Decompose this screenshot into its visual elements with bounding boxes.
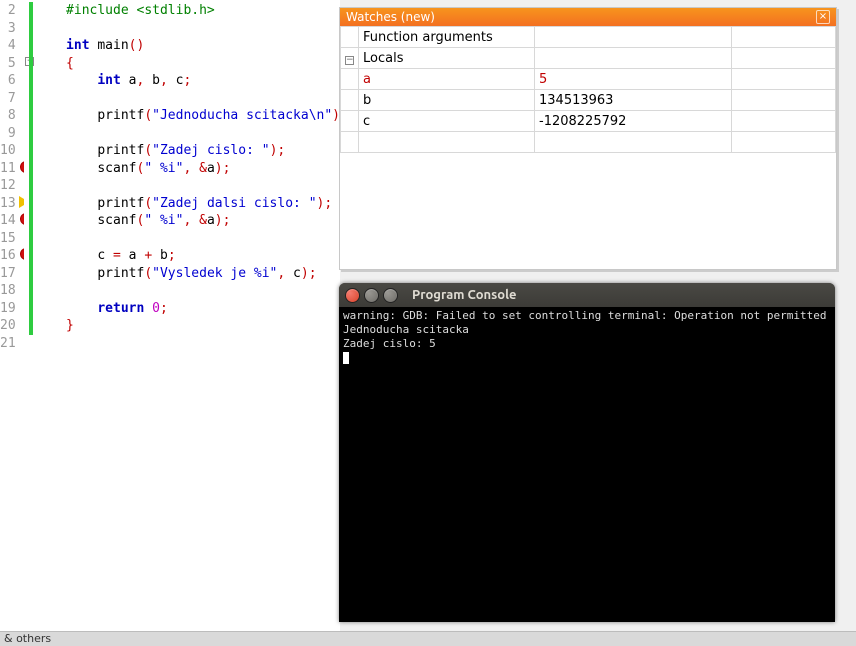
line-number: 8 [0, 107, 16, 125]
window-close-icon[interactable] [345, 288, 360, 303]
line-number: 17 [0, 265, 16, 283]
expand-cell [341, 132, 359, 153]
watches-title-text: Watches (new) [346, 10, 435, 24]
code-line[interactable] [35, 20, 340, 38]
line-number: 18 [0, 282, 16, 300]
code-line[interactable] [35, 230, 340, 248]
code-line[interactable]: printf("Vysledek je %i", c); [35, 265, 340, 283]
watch-extra [732, 111, 836, 132]
console-line: Zadej cislo: 5 [343, 337, 831, 351]
code-line[interactable] [35, 125, 340, 143]
window-minimize-icon[interactable] [364, 288, 379, 303]
console-line: warning: GDB: Failed to set controlling … [343, 309, 831, 323]
line-number: 7 [0, 90, 16, 108]
watch-row[interactable]: a5 [341, 69, 836, 90]
line-number: 6 [0, 72, 16, 90]
watches-titlebar[interactable]: Watches (new) × [340, 8, 836, 26]
expand-cell[interactable]: − [341, 48, 359, 69]
line-number: 4 [0, 37, 16, 55]
line-number: 5 [0, 55, 16, 73]
code-area[interactable]: #include <stdlib.h> int main() { int a, … [31, 0, 340, 631]
watch-value [535, 27, 732, 48]
line-number: 3 [0, 20, 16, 38]
line-number-gutter: 23456789101112131415161718192021 [0, 0, 20, 631]
watch-extra [732, 27, 836, 48]
console-output[interactable]: warning: GDB: Failed to set controlling … [339, 307, 835, 622]
line-number: 9 [0, 125, 16, 143]
watch-row[interactable]: −Locals [341, 48, 836, 69]
watch-row[interactable]: b134513963 [341, 90, 836, 111]
console-titlebar[interactable]: Program Console [339, 283, 835, 307]
watch-value [535, 132, 732, 153]
code-editor[interactable]: 23456789101112131415161718192021 − #incl… [0, 0, 340, 631]
code-line[interactable] [35, 177, 340, 195]
watch-name: b [359, 90, 535, 111]
code-line[interactable]: { [35, 55, 340, 73]
line-number: 2 [0, 2, 16, 20]
watch-name: a [359, 69, 535, 90]
close-icon[interactable]: × [816, 10, 830, 24]
expand-cell [341, 90, 359, 111]
code-line[interactable] [35, 282, 340, 300]
watch-extra [732, 132, 836, 153]
expand-cell [341, 111, 359, 132]
code-line[interactable]: c = a + b; [35, 247, 340, 265]
watch-value: -1208225792 [535, 111, 732, 132]
watch-value [535, 48, 732, 69]
watch-value: 5 [535, 69, 732, 90]
expand-cell [341, 27, 359, 48]
line-number: 14 [0, 212, 16, 230]
code-line[interactable]: printf("Zadej cislo: "); [35, 142, 340, 160]
code-line[interactable]: int a, b, c; [35, 72, 340, 90]
code-line[interactable]: scanf(" %i", &a); [35, 160, 340, 178]
watch-extra [732, 69, 836, 90]
code-line[interactable] [35, 90, 340, 108]
watch-row[interactable]: c-1208225792 [341, 111, 836, 132]
window-maximize-icon[interactable] [383, 288, 398, 303]
line-number: 11 [0, 160, 16, 178]
code-line[interactable]: printf("Jednoducha scitacka\n") [35, 107, 340, 125]
watches-table[interactable]: Function arguments−Locals a5 b134513963 … [340, 26, 836, 153]
expander-icon[interactable]: − [345, 56, 354, 65]
code-line[interactable]: return 0; [35, 300, 340, 318]
watch-name: Function arguments [359, 27, 535, 48]
line-number: 19 [0, 300, 16, 318]
line-number: 16 [0, 247, 16, 265]
watch-name [359, 132, 535, 153]
line-number: 13 [0, 195, 16, 213]
program-console-window[interactable]: Program Console warning: GDB: Failed to … [339, 283, 835, 622]
code-line[interactable]: #include <stdlib.h> [35, 2, 340, 20]
watch-name: c [359, 111, 535, 132]
line-number: 20 [0, 317, 16, 335]
watches-panel[interactable]: Watches (new) × Function arguments−Local… [339, 7, 837, 270]
status-text: & others [4, 632, 51, 645]
code-line[interactable] [35, 335, 340, 353]
watch-value: 134513963 [535, 90, 732, 111]
line-number: 10 [0, 142, 16, 160]
watch-row[interactable]: Function arguments [341, 27, 836, 48]
code-line[interactable]: int main() [35, 37, 340, 55]
console-title-text: Program Console [412, 288, 517, 302]
expand-cell [341, 69, 359, 90]
text-cursor [343, 352, 349, 364]
line-number: 15 [0, 230, 16, 248]
console-line: Jednoducha scitacka [343, 323, 831, 337]
watch-extra [732, 90, 836, 111]
line-number: 21 [0, 335, 16, 353]
line-number: 12 [0, 177, 16, 195]
watch-row[interactable] [341, 132, 836, 153]
code-line[interactable]: } [35, 317, 340, 335]
code-line[interactable]: printf("Zadej dalsi cislo: "); [35, 195, 340, 213]
watch-name: Locals [359, 48, 535, 69]
code-line[interactable]: scanf(" %i", &a); [35, 212, 340, 230]
watch-extra [732, 48, 836, 69]
status-bar: & others [0, 631, 856, 646]
